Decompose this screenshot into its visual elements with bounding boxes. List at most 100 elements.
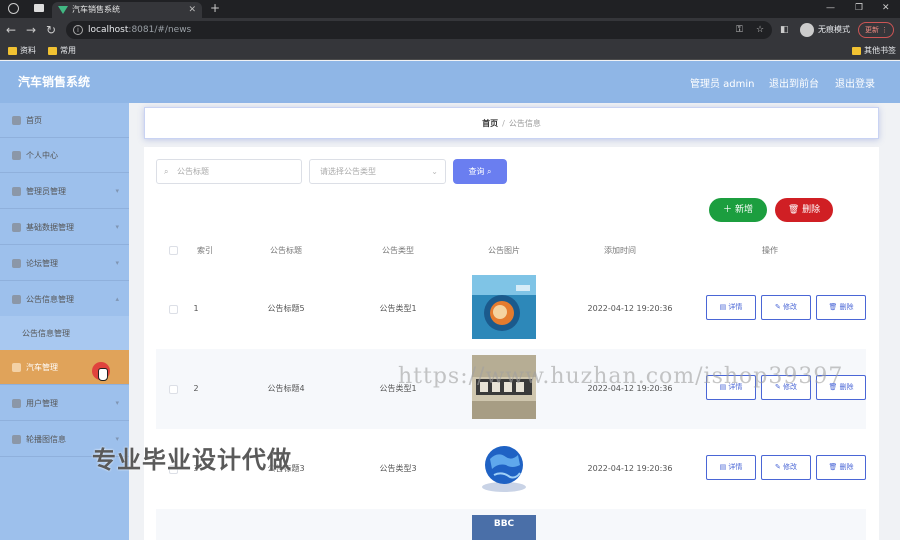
app-header: 汽车销售系统 管理员 admin 退出到前台 退出登录 (0, 61, 900, 103)
detail-label: 详情 (728, 303, 743, 311)
edit-icon: ✎ (774, 303, 781, 311)
forum-icon (12, 259, 21, 268)
edit-button[interactable]: ✎ 修改 (761, 295, 811, 320)
delete-label: 删除 (802, 205, 821, 215)
update-label: 更新 (865, 26, 879, 34)
browser-tab[interactable]: 汽车销售系统 ✕ (52, 2, 202, 18)
search-icon: ⌕ (487, 167, 492, 176)
list-panel: ⌕ 公告标题 请选择公告类型 ⌄ 查询 ⌕ ＋ 新增 🗑 删除 索引 公告标题 … (144, 147, 879, 540)
plus-icon: ＋ (723, 205, 733, 215)
sidebar-subitem-notice-manage[interactable]: 公告信息管理 (0, 316, 129, 351)
sidepanel-icon[interactable]: ◧ (780, 21, 789, 39)
star-icon[interactable]: ☆ (756, 21, 764, 39)
column-header: 添加时间 (604, 246, 636, 255)
sidebar-item-profile[interactable]: 个人中心 (0, 138, 129, 173)
sidebar-item-label: 轮播图信息 (26, 435, 66, 444)
url-input[interactable]: i localhost:8081/#/news (66, 21, 772, 39)
back-icon[interactable]: ← (6, 21, 16, 39)
breadcrumb-home[interactable]: 首页 (482, 119, 498, 128)
column-header: 索引 (197, 246, 213, 255)
new-tab-icon[interactable]: + (210, 0, 220, 17)
sidebar-item-home[interactable]: 首页 (0, 103, 129, 138)
carousel-icon (12, 435, 21, 444)
sidebar-item-basedata[interactable]: 基础数据管理 ▾ (0, 210, 129, 245)
trash-icon: 🗑 (828, 463, 838, 471)
query-button[interactable]: 查询 ⌕ (453, 159, 507, 184)
chevron-down-icon: ▾ (115, 259, 119, 267)
row-index: 1 (193, 304, 199, 313)
bookmarks-bar: 资料 常用 其他书签 (0, 42, 900, 60)
trash-icon: 🗑 (787, 205, 800, 215)
sidebar-item-users[interactable]: 用户管理 ▾ (0, 386, 129, 421)
avatar[interactable] (800, 23, 814, 37)
tab-search-icon[interactable] (34, 4, 44, 12)
back-to-front-link[interactable]: 退出到前台 (769, 75, 819, 90)
tab-title: 汽车销售系统 (72, 5, 120, 14)
chevron-down-icon: ▾ (115, 399, 119, 407)
sidebar-item-label: 论坛管理 (26, 259, 58, 268)
edit-icon: ✎ (774, 463, 781, 471)
forward-icon[interactable]: → (26, 21, 36, 39)
title-search-input[interactable]: ⌕ 公告标题 (156, 159, 302, 184)
thumb-caption: BBC (493, 519, 515, 529)
type-select[interactable]: 请选择公告类型 ⌄ (309, 159, 446, 184)
notice-image: BBC (472, 515, 536, 540)
add-button[interactable]: ＋ 新增 (709, 198, 767, 222)
column-header: 公告图片 (488, 246, 520, 255)
detail-button[interactable]: ▤ 详情 (706, 295, 756, 320)
update-button[interactable]: 更新 ⋮ (858, 22, 895, 38)
row-checkbox[interactable] (169, 305, 178, 314)
home-icon (12, 116, 21, 125)
logout-link[interactable]: 退出登录 (835, 75, 875, 90)
reload-icon[interactable]: ↻ (46, 21, 56, 39)
sidebar-item-label: 公告信息管理 (26, 295, 74, 304)
row-type: 公告类型3 (379, 464, 417, 473)
table-header: 索引 公告标题 公告类型 公告图片 添加时间 操作 (156, 235, 866, 267)
users-icon (12, 399, 21, 408)
hand-cursor-icon (98, 368, 108, 381)
query-label: 查询 (468, 167, 485, 176)
url-host: localhost (88, 25, 129, 35)
chevron-down-icon: ⌄ (431, 167, 438, 176)
document-icon: ▤ (719, 463, 727, 471)
window-close-icon[interactable]: ✕ (882, 0, 890, 17)
row-checkbox[interactable] (169, 385, 178, 394)
key-icon[interactable]: ⚿ (736, 21, 743, 39)
row-type: 公告类型1 (379, 304, 417, 313)
database-icon (12, 223, 21, 232)
browser-menu-icon[interactable] (8, 3, 19, 14)
sidebar-item-forum[interactable]: 论坛管理 ▾ (0, 246, 129, 281)
bookmark-folder[interactable]: 常用 (48, 42, 76, 60)
select-all-checkbox[interactable] (169, 246, 178, 255)
chevron-down-icon: ▾ (115, 187, 119, 195)
notice-icon (12, 295, 21, 304)
edit-label: 修改 (783, 463, 798, 471)
site-info-icon[interactable]: i (73, 25, 83, 35)
sidebar-item-label: 用户管理 (26, 399, 58, 408)
minimize-icon[interactable]: — (826, 0, 835, 17)
sidebar-item-admins[interactable]: 管理员管理 ▾ (0, 174, 129, 209)
vue-logo-icon (58, 6, 68, 14)
other-bookmarks[interactable]: 其他书签 (852, 42, 896, 60)
breadcrumb-current: 公告信息 (508, 119, 541, 128)
column-header: 操作 (762, 246, 778, 255)
row-delete-button[interactable]: 🗑 删除 (816, 295, 866, 320)
row-time: 2022-04-12 19:20:36 (587, 304, 673, 313)
row-title: 公告标题4 (267, 384, 305, 393)
row-delete-label: 删除 (839, 303, 854, 311)
add-label: 新增 (734, 205, 753, 215)
sidebar-item-notices[interactable]: 公告信息管理 ▴ (0, 282, 129, 317)
bookmark-folder[interactable]: 资料 (8, 42, 36, 60)
close-icon[interactable]: ✕ (188, 2, 196, 18)
folder-icon (48, 47, 57, 55)
detail-label: 详情 (728, 463, 743, 471)
row-delete-label: 删除 (839, 463, 854, 471)
sidebar-item-label: 汽车管理 (26, 363, 58, 372)
maximize-icon[interactable]: ❐ (855, 0, 863, 17)
detail-button[interactable]: ▤ 详情 (706, 455, 756, 480)
title-search-placeholder: 公告标题 (177, 167, 209, 176)
row-delete-button[interactable]: 🗑 删除 (816, 455, 866, 480)
edit-button[interactable]: ✎ 修改 (761, 455, 811, 480)
batch-delete-button[interactable]: 🗑 删除 (775, 198, 833, 222)
notice-image (472, 435, 536, 499)
